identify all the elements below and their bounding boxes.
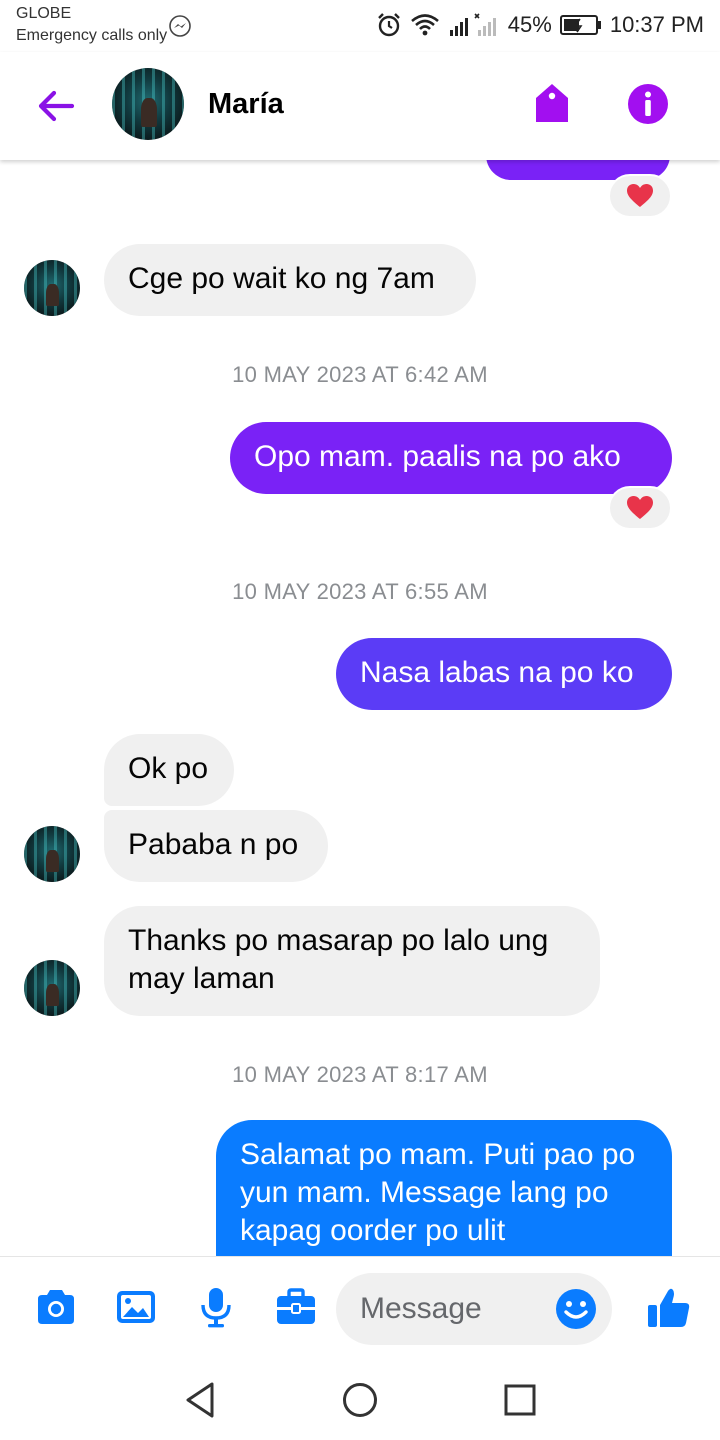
reaction-badge[interactable] <box>608 174 672 218</box>
message-bubble-outgoing[interactable]: Salamat po mam. Puti pao po yun mam. Mes… <box>216 1120 672 1256</box>
timestamp: 10 MAY 2023 AT 8:17 AM <box>232 1062 488 1087</box>
alarm-icon <box>377 13 400 37</box>
smile-icon[interactable] <box>554 1287 598 1331</box>
camera-icon[interactable] <box>34 1285 78 1329</box>
contact-avatar[interactable] <box>112 68 184 140</box>
contact-name[interactable]: María <box>208 88 284 121</box>
message-bubble-outgoing[interactable]: Nasa labas na po ko <box>336 638 672 710</box>
message-placeholder: Message <box>360 1292 482 1325</box>
signal-icon <box>449 13 496 36</box>
reaction-badge[interactable] <box>608 486 672 530</box>
status-icons: 45% 10:37 PM <box>376 10 704 40</box>
sender-avatar[interactable] <box>24 960 80 1016</box>
heart-icon <box>627 496 653 519</box>
message-bubble-incoming[interactable]: Ok po <box>104 734 234 806</box>
sender-avatar[interactable] <box>24 260 80 316</box>
carrier-sub-label: Emergency calls only <box>16 27 168 44</box>
message-input[interactable]: Message <box>336 1273 612 1345</box>
heart-icon <box>627 184 653 207</box>
clock: 10:37 PM <box>609 12 704 37</box>
mic-icon[interactable] <box>194 1285 238 1329</box>
battery-icon <box>559 15 601 35</box>
status-bar: GLOBE Emergency calls only 45% 10:37 PM <box>0 0 720 52</box>
messenger-icon <box>169 15 191 37</box>
message-list[interactable]: Cge po wait ko ng 7am 10 MAY 2023 AT 6:4… <box>0 160 720 1256</box>
message-bubble-incoming[interactable]: Cge po wait ko ng 7am <box>104 244 476 316</box>
nav-back-icon[interactable] <box>178 1378 222 1422</box>
sender-avatar[interactable] <box>24 826 80 882</box>
back-arrow-icon[interactable] <box>32 82 80 130</box>
message-bubble-incoming[interactable]: Pababa n po <box>104 810 328 882</box>
wifi-icon <box>410 14 439 36</box>
nav-home-icon[interactable] <box>338 1378 382 1422</box>
timestamp: 10 MAY 2023 AT 6:55 AM <box>232 579 488 604</box>
image-icon[interactable] <box>114 1285 158 1329</box>
briefcase-icon[interactable] <box>274 1285 318 1329</box>
tag-icon[interactable] <box>530 82 574 126</box>
nav-recents-icon[interactable] <box>498 1378 542 1422</box>
system-navigation-bar <box>0 1360 720 1440</box>
info-icon[interactable] <box>626 82 670 126</box>
timestamp: 10 MAY 2023 AT 6:42 AM <box>232 362 488 387</box>
battery-percent: 45% <box>507 12 552 37</box>
message-bubble-outgoing[interactable]: Opo mam. paalis na po ako <box>230 422 672 494</box>
message-bubble-incoming[interactable]: Thanks po masarap po lalo ung may laman <box>104 906 600 1016</box>
message-composer: Message <box>0 1256 720 1360</box>
carrier-label: GLOBE <box>16 5 72 22</box>
conversation-header: María <box>0 52 720 160</box>
thumbs-up-icon[interactable] <box>646 1285 692 1331</box>
